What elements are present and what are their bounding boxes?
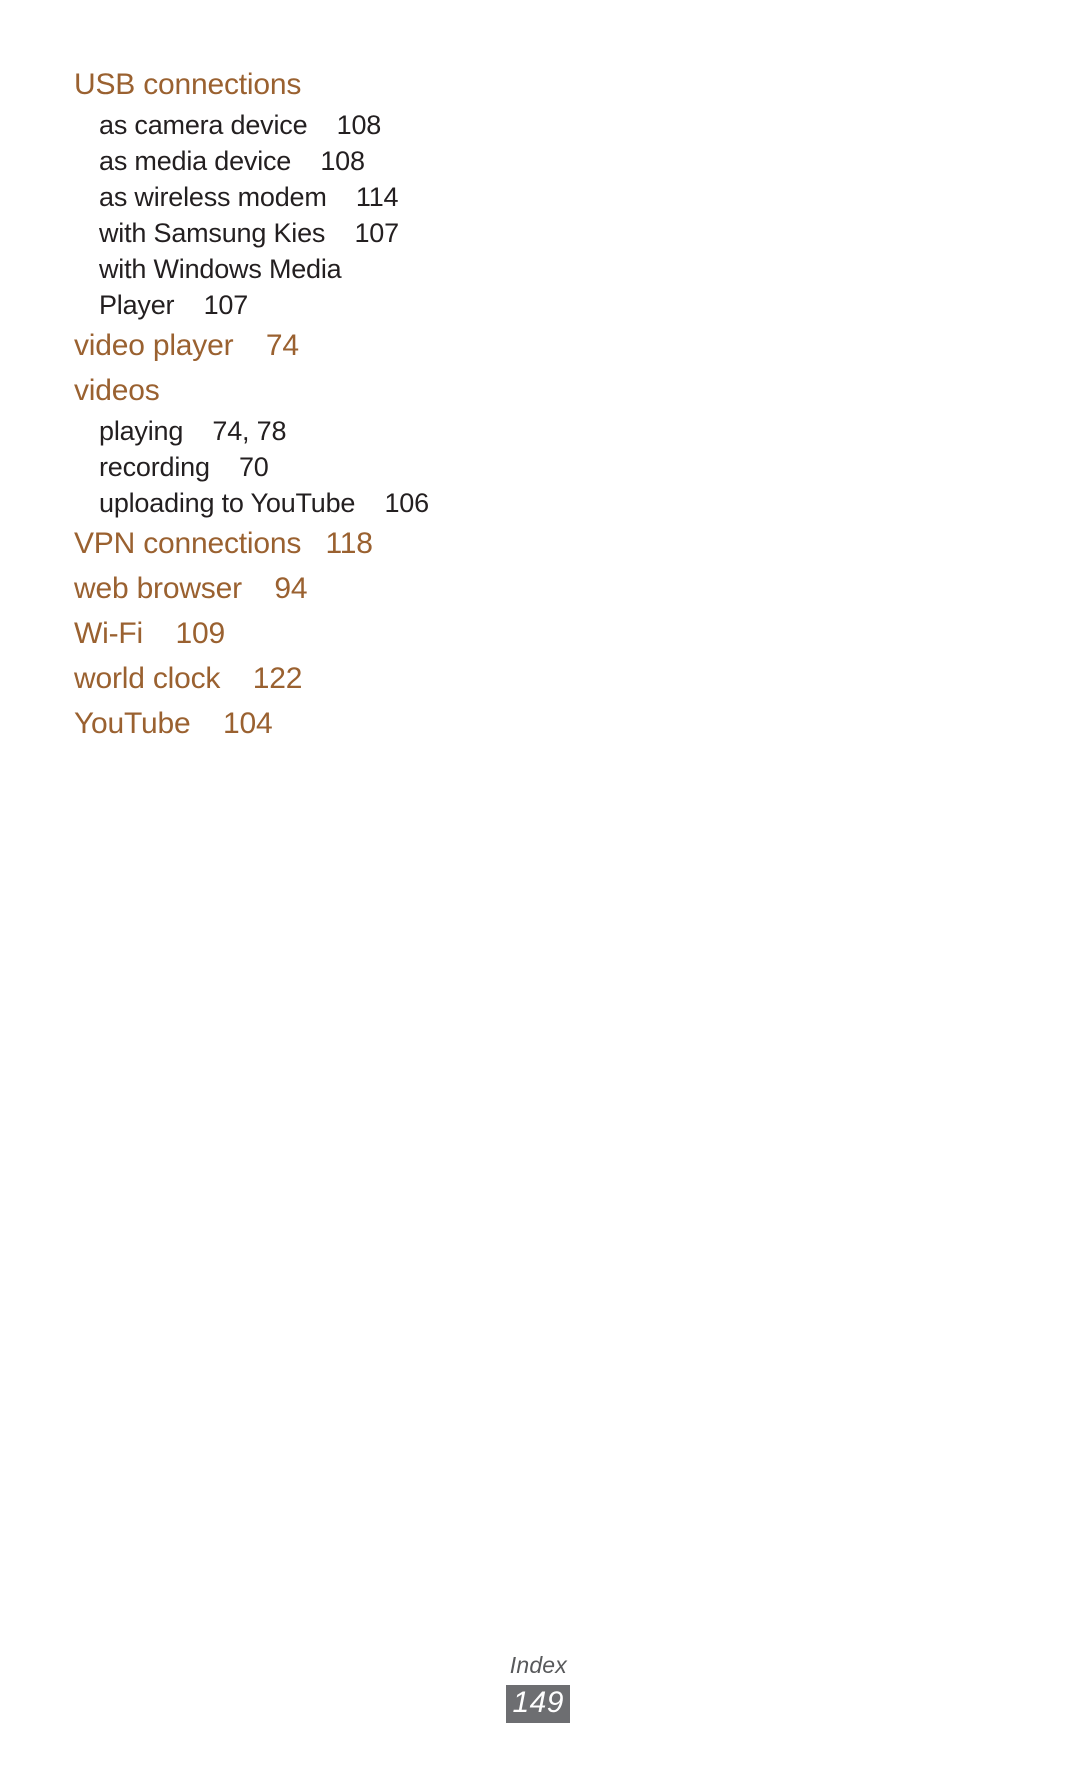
index-term: VPN connections: [74, 527, 302, 560]
index-group: video player 74: [74, 323, 594, 368]
index-group: world clock 122: [74, 656, 594, 701]
index-entry-sub[interactable]: with Windows Media: [74, 251, 594, 287]
index-page-gap: [307, 110, 336, 140]
index-entry-sub[interactable]: as media device 108: [74, 143, 594, 179]
footer-section-label: Index: [509, 1652, 567, 1678]
index-page-number: 94: [274, 572, 308, 605]
index-page-gap: [301, 68, 325, 101]
index-page-number: 122: [252, 662, 303, 695]
index-page-number: 118: [325, 527, 373, 560]
index-page-gap: [291, 146, 320, 176]
index-entry-sub[interactable]: as wireless modem 114: [74, 179, 594, 215]
index-term: as wireless modem: [99, 182, 327, 212]
page-footer: Index 149: [0, 1650, 1080, 1760]
footer-inner: Index 149: [390, 1650, 570, 1723]
index-entry-sub[interactable]: playing 74, 78: [74, 413, 594, 449]
page-number-badge: 149: [506, 1685, 570, 1723]
index-term: USB connections: [74, 68, 302, 101]
index-term: web browser: [74, 572, 242, 605]
index-page-gap: [183, 416, 212, 446]
index-group: VPN connections 118: [74, 521, 594, 566]
index-term: recording: [99, 452, 210, 482]
index-entry-main[interactable]: world clock 122: [74, 656, 594, 701]
index-term: videos: [74, 374, 160, 407]
index-entry-sub[interactable]: with Samsung Kies 107: [74, 215, 594, 251]
index-page-gap: [220, 662, 253, 695]
index-term: with Samsung Kies: [99, 218, 326, 248]
index-page-number: 106: [384, 488, 429, 518]
index-group: web browser 94: [74, 566, 594, 611]
index-page-gap: [327, 182, 356, 212]
index-page-number: 114: [355, 182, 399, 212]
index-entry-sub[interactable]: uploading to YouTube 106: [74, 485, 594, 521]
index-term: Player: [99, 290, 175, 320]
index-entry-main[interactable]: videos: [74, 368, 594, 413]
index-term: as camera device: [99, 110, 308, 140]
index-term: Wi-Fi: [74, 617, 143, 650]
index-entry-main[interactable]: USB connections: [74, 62, 594, 107]
index-page: USB connections as camera device 108 as …: [0, 0, 1080, 1771]
index-group: YouTube 104: [74, 701, 594, 746]
index-term: as media device: [99, 146, 292, 176]
index-term: with Windows Media: [99, 254, 342, 284]
index-term: world clock: [74, 662, 221, 695]
index-page-gap: [233, 329, 266, 362]
index-page-gap: [174, 290, 203, 320]
index-page-number: 108: [336, 110, 382, 140]
index-page-number: 74, 78: [212, 416, 287, 446]
index-page-gap: [301, 527, 325, 560]
index-entry-sub-continuation[interactable]: Player 107: [74, 287, 594, 323]
index-page-gap: [242, 572, 275, 605]
index-page-number: 108: [320, 146, 365, 176]
index-entry-sub[interactable]: recording 70: [74, 449, 594, 485]
index-page-number: 107: [203, 290, 249, 320]
index-page-number: 109: [175, 617, 226, 650]
index-page-number: 107: [354, 218, 399, 248]
index-page-number: 104: [223, 707, 273, 740]
index-entry-main[interactable]: video player 74: [74, 323, 594, 368]
index-page-number: 74: [265, 329, 299, 362]
index-page-gap: [325, 218, 354, 248]
index-term: uploading to YouTube: [99, 488, 356, 518]
index-entry-main[interactable]: Wi-Fi 109: [74, 611, 594, 656]
index-group: Wi-Fi 109: [74, 611, 594, 656]
index-page-gap: [143, 617, 176, 650]
index-term: video player: [74, 329, 234, 362]
index-page-gap: [210, 452, 239, 482]
index-entry-sub[interactable]: as camera device 108: [74, 107, 594, 143]
index-entry-main[interactable]: YouTube 104: [74, 701, 594, 746]
index-entry-list: USB connections as camera device 108 as …: [74, 62, 594, 746]
index-entry-main[interactable]: web browser 94: [74, 566, 594, 611]
index-entry-main[interactable]: VPN connections 118: [74, 521, 594, 566]
index-page-gap: [355, 488, 384, 518]
index-group: videos playing 74, 78 recording 70 uploa…: [74, 368, 594, 521]
index-term: playing: [99, 416, 184, 446]
index-page-gap: [191, 707, 224, 740]
index-group: USB connections as camera device 108 as …: [74, 62, 594, 323]
index-page-number: 70: [238, 452, 269, 482]
index-term: YouTube: [74, 707, 191, 740]
